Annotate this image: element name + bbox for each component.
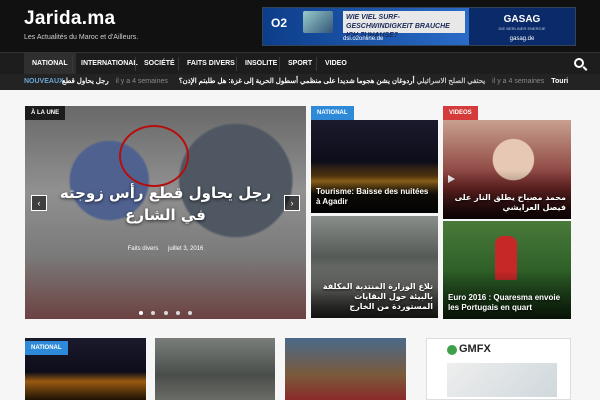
hero-category[interactable]: Faits divers (128, 246, 159, 252)
slide-dot[interactable] (163, 311, 168, 315)
ticker-items: رجل يحاول قطع il y a 4 semaines يحتفي ال… (62, 74, 568, 90)
gmfx-logo-icon (447, 345, 457, 355)
banner-o2-logo: O2 (271, 16, 288, 30)
nav-faits-divers[interactable]: FAITS DIVERS (179, 53, 243, 75)
banner-gasag-section[interactable]: GASAG DIE BERLINER ENERGIE gasag.de (469, 8, 575, 45)
slide-dot[interactable] (175, 311, 180, 315)
video-title[interactable]: Euro 2016 : Quaresma envoie les Portugai… (448, 293, 566, 313)
nav-video[interactable]: VIDEO (317, 53, 355, 75)
prev-slide-button[interactable]: ‹ (31, 195, 47, 211)
ad-image (447, 363, 557, 397)
banner-gasag-tagline: DIE BERLINER ENERGIE (498, 26, 546, 31)
banner-url-left: dsl.o2online.de (343, 36, 384, 42)
ticker-label: NOUVEAUX (24, 78, 64, 85)
banner-headline: WIE VIEL SURF-GESCHWINDIGKEIT BRAUCHE IC… (343, 11, 465, 39)
article-title[interactable]: Tourisme: Baisse des nuitées à Agadir (316, 187, 433, 207)
hero-title[interactable]: رجل يحاول قطع رأس زوجته في الشارع (59, 182, 272, 226)
ticker-item-title[interactable]: رجل يحاول قطع (62, 78, 109, 85)
hero-date: juillet 3, 2016 (168, 246, 204, 252)
nav-societe[interactable]: SOCIÉTÉ (136, 53, 183, 75)
bottom-national-badge[interactable]: NATIONAL (25, 341, 68, 355)
ticker-item-time: il y a 4 semaines (115, 78, 168, 85)
header-ad-banner[interactable]: O2 WIE VIEL SURF-GESCHWINDIGKEIT BRAUCHE… (262, 7, 576, 46)
article-card-ministry[interactable]: تلاع الوزارة المنتدبة المكلفة بالبيئة حو… (311, 216, 438, 318)
site-logo[interactable]: Jarida.ma (24, 8, 115, 30)
hero-meta: Faits divers juillet 3, 2016 (25, 246, 306, 252)
national-section-badge[interactable]: NATIONAL (311, 106, 354, 120)
banner-surf-image (303, 11, 333, 33)
nav-national[interactable]: NATIONAL (24, 53, 76, 75)
ad-brand: GMFX (459, 343, 491, 355)
nav-sport[interactable]: SPORT (280, 53, 320, 75)
hero-section-badge: À LA UNE (25, 106, 66, 120)
main-nav: NATIONAL INTERNATIONAL SOCIÉTÉ FAITS DIV… (0, 52, 600, 75)
banner-o2-section[interactable]: O2 WIE VIEL SURF-GESCHWINDIGKEIT BRAUCHE… (263, 8, 469, 45)
article-card-agadir[interactable]: Tourisme: Baisse des nuitées à Agadir (311, 120, 438, 213)
slide-dots (25, 302, 306, 319)
banner-url-right: gasag.de (509, 36, 535, 42)
article-title[interactable]: تلاع الوزارة المنتدبة المكلفة بالبيئة حو… (316, 282, 433, 312)
video-title[interactable]: محمد مصباح يطلق النار على فيصل العرايشي (448, 193, 566, 213)
site-tagline: Les Actualités du Maroc et d'Ailleurs. (24, 34, 139, 41)
sidebar-ad[interactable]: GMFX (426, 338, 571, 400)
slide-dot[interactable] (188, 311, 193, 315)
banner-gasag-logo: GASAG (503, 14, 541, 25)
bottom-article-thumb[interactable] (285, 338, 406, 400)
slide-dot[interactable] (138, 311, 143, 315)
search-icon[interactable] (574, 58, 584, 68)
video-card-euro[interactable]: Euro 2016 : Quaresma envoie les Portugai… (443, 221, 571, 319)
ticker-item-time: il y a 4 semaines (492, 78, 545, 85)
videos-section-badge[interactable]: VIDEOS (443, 106, 478, 120)
site-header: Jarida.ma Les Actualités du Maroc et d'A… (0, 0, 600, 52)
next-slide-button[interactable]: › (284, 195, 300, 211)
video-card-1[interactable]: محمد مصباح يطلق النار على فيصل العرايشي (443, 120, 571, 219)
main-content: À LA UNE رجل يحاول قطع رأس زوجته في الشا… (0, 90, 600, 400)
ticker-item-title[interactable]: أردوغان يشن هجوما شديدا على منظمي أسطول … (179, 78, 415, 85)
slide-dot[interactable] (151, 311, 156, 315)
ticker-item-title[interactable]: يحتفي الصلح الاسرائيلي (417, 78, 486, 85)
ticker-item-title[interactable]: Touri (551, 78, 568, 85)
hero-slider[interactable]: رجل يحاول قطع رأس زوجته في الشارع Faits … (25, 106, 306, 319)
news-ticker: NOUVEAUX رجل يحاول قطع il y a 4 semaines… (0, 74, 600, 90)
bottom-article-thumb[interactable] (155, 338, 275, 400)
